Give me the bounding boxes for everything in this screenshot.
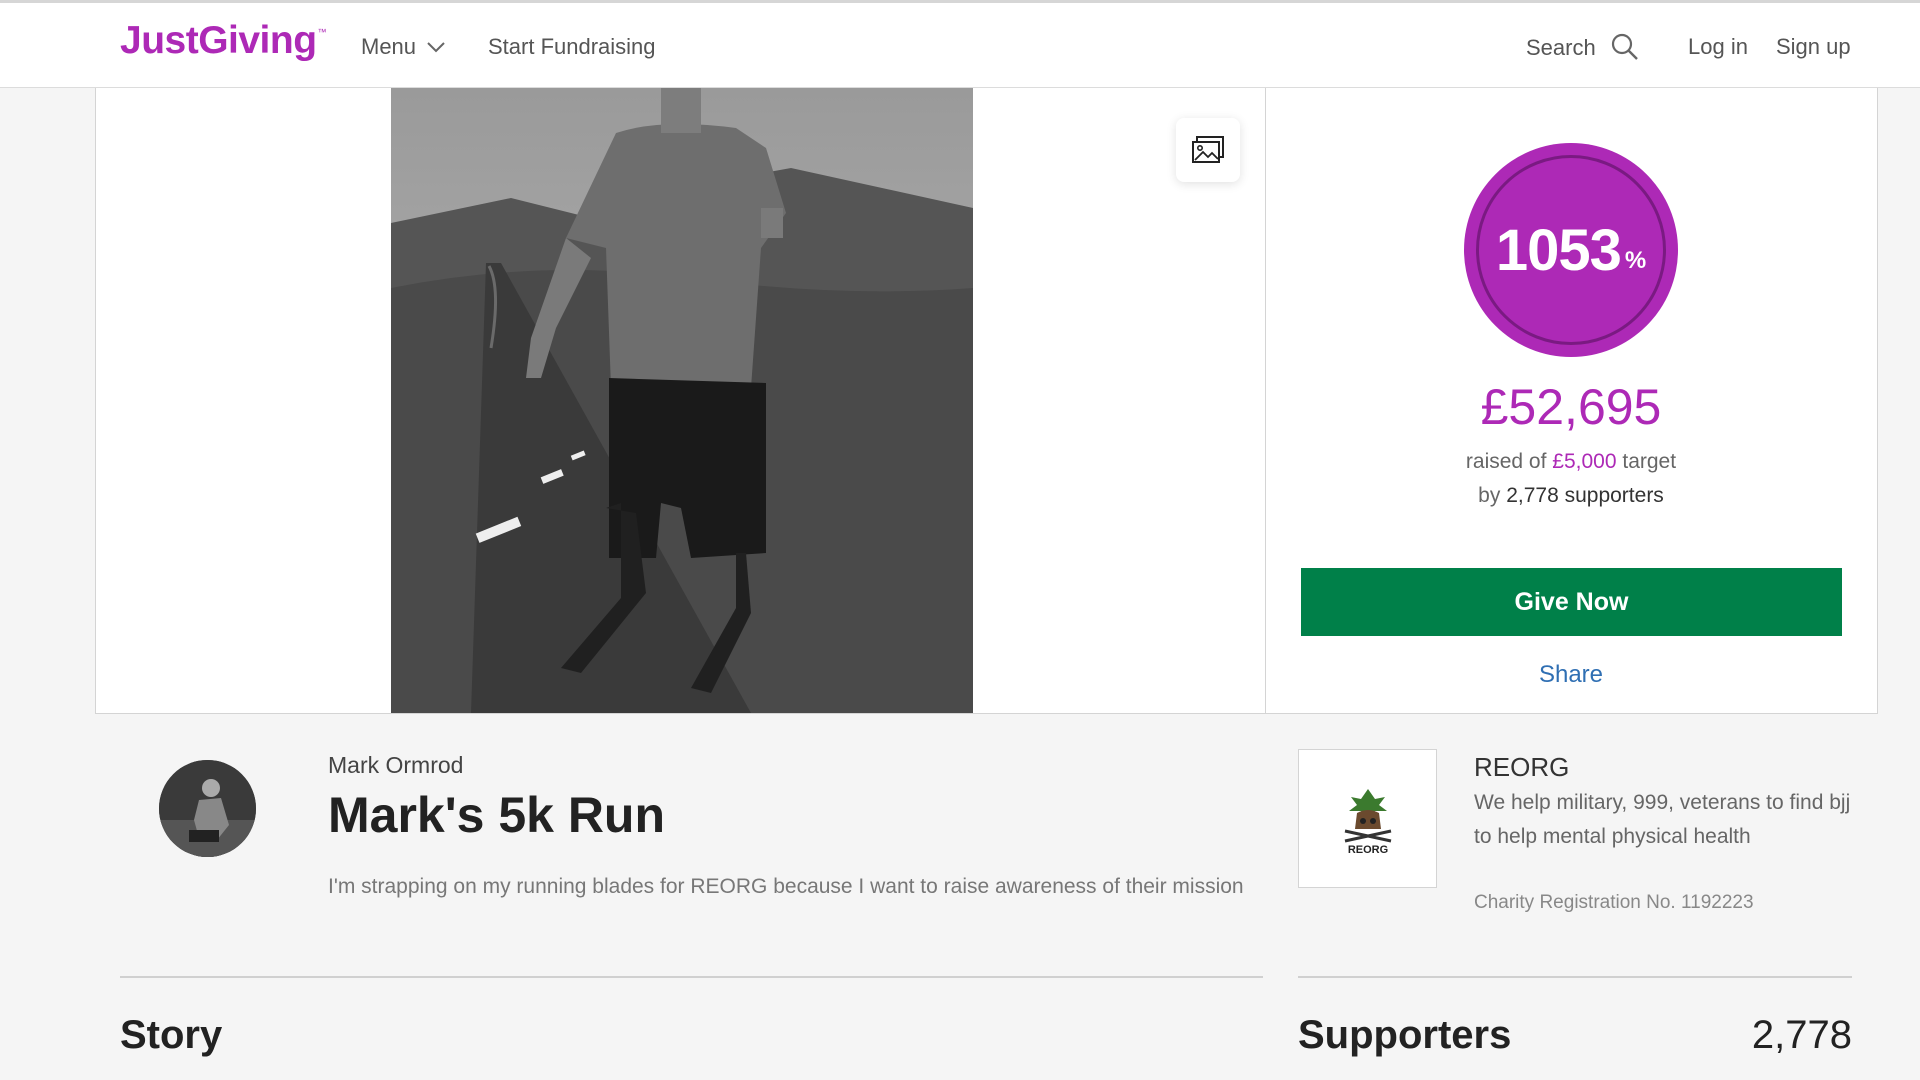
raised-amount: £52,695: [1480, 379, 1662, 435]
supporters-count-text: 2,778 supporters: [1506, 484, 1664, 507]
supporters-total: 2,778: [1751, 1013, 1852, 1057]
progress-inner: 1053 %: [1476, 155, 1666, 345]
gallery-button[interactable]: [1176, 118, 1240, 182]
owner-avatar[interactable]: [159, 760, 256, 857]
share-link[interactable]: Share: [1364, 661, 1778, 689]
give-now-button[interactable]: Give Now: [1301, 568, 1842, 636]
hero-divider: [1265, 88, 1266, 713]
owner-name[interactable]: Mark Ormrod: [328, 752, 463, 779]
progress-percent: 1053: [1495, 217, 1622, 283]
search-button[interactable]: Search: [1526, 33, 1640, 62]
justgiving-logo[interactable]: JustGiving™: [120, 19, 327, 63]
story-heading: Story: [120, 1013, 223, 1057]
target-amount: £5,000: [1552, 450, 1617, 473]
search-icon: [1611, 33, 1638, 60]
charity-logo[interactable]: REORG: [1298, 749, 1437, 888]
charity-name[interactable]: REORG: [1474, 752, 1569, 783]
start-fundraising-link[interactable]: Start Fundraising: [488, 34, 656, 60]
supporters-line: by 2,778 supporters: [1478, 484, 1664, 507]
progress-percent-sign: %: [1624, 247, 1647, 274]
raised-target-line: raised of £5,000 target: [1465, 450, 1677, 473]
supporters-divider: [1298, 976, 1852, 978]
signup-link[interactable]: Sign up: [1776, 34, 1851, 60]
supporters-heading: Supporters: [1298, 1013, 1512, 1057]
menu-button[interactable]: Menu: [361, 34, 446, 60]
page-title: Mark's 5k Run: [328, 787, 666, 843]
svg-text:REORG: REORG: [1347, 844, 1387, 855]
story-divider: [120, 976, 1263, 978]
site-header: JustGiving™ Menu Start Fundraising Searc…: [0, 3, 1920, 88]
charity-registration: Charity Registration No. 1192223: [1474, 892, 1754, 913]
search-label: Search: [1526, 35, 1596, 60]
hero-photo[interactable]: [391, 88, 973, 713]
progress-circle: 1053 %: [1464, 143, 1678, 357]
charity-description: We help military, 999, veterans to find …: [1474, 791, 1851, 848]
menu-label: Menu: [361, 34, 417, 59]
chevron-down-icon: [427, 42, 445, 53]
page-description: I'm strapping on my running blades for R…: [328, 875, 1244, 898]
hero-card: 1053 % £52,695 raised of £5,000 target b…: [95, 88, 1878, 714]
image-gallery-icon: [1192, 136, 1224, 163]
login-link[interactable]: Log in: [1688, 34, 1748, 60]
